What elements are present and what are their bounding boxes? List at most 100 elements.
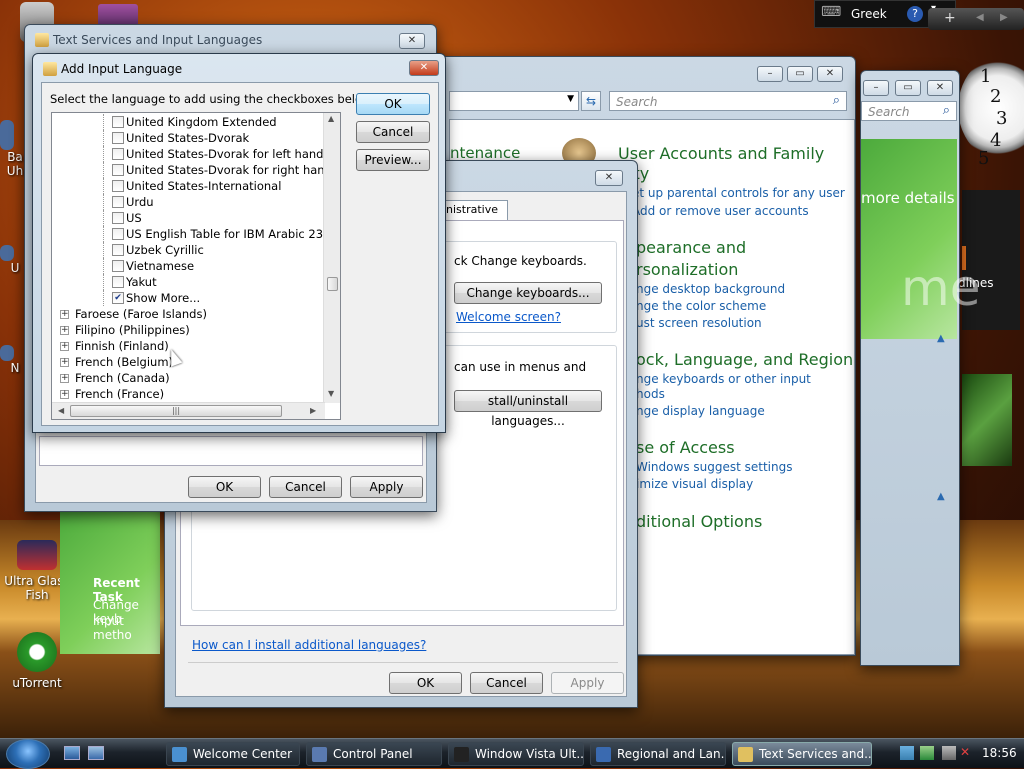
expand-icon[interactable]: + — [60, 358, 69, 367]
language-checkbox[interactable] — [112, 148, 124, 160]
tree-child-item[interactable]: Vietnamese — [52, 258, 324, 274]
tab-administrative[interactable]: nistrative — [436, 200, 508, 220]
minimize-button[interactable]: – — [863, 80, 889, 96]
tree-language-item[interactable]: + Filipino (Philippines) — [52, 322, 324, 338]
taskbar-button[interactable]: Regional and Lan... — [590, 742, 726, 766]
install-uninstall-languages-button[interactable]: stall/uninstall languages... — [454, 390, 602, 428]
scroll-left-icon[interactable]: ◀ — [58, 406, 64, 415]
language-checkbox[interactable] — [112, 276, 124, 288]
tree-language-item[interactable]: + French (France) — [52, 386, 324, 402]
taskbar-button[interactable]: Welcome Center — [166, 742, 300, 766]
scroll-down-icon[interactable]: ▼ — [328, 389, 334, 398]
tree-language-item[interactable]: + Finnish (Finland) — [52, 338, 324, 354]
appearance-heading-2[interactable]: rsonalization — [636, 260, 738, 279]
volume-muted-icon[interactable]: ✕ — [960, 745, 970, 759]
search-input[interactable]: Search ⌕ — [861, 101, 957, 121]
language-checkbox[interactable] — [112, 244, 124, 256]
show-desktop-icon[interactable] — [64, 746, 80, 760]
tree-child-item[interactable]: ✔ Show More... — [52, 290, 324, 306]
tree-child-item[interactable]: US — [52, 210, 324, 226]
expand-icon[interactable]: + — [60, 342, 69, 351]
cancel-button[interactable]: Cancel — [269, 476, 342, 498]
recent-task-link[interactable]: input metho — [93, 614, 160, 642]
cancel-button[interactable]: Cancel — [470, 672, 543, 694]
suggest-settings-link[interactable]: Windows suggest settings — [636, 460, 792, 474]
appearance-heading[interactable]: pearance and — [636, 238, 746, 257]
winrar-icon[interactable] — [98, 4, 138, 26]
tree-child-item[interactable]: US English Table for IBM Arabic 238_L — [52, 226, 340, 242]
add-gadget-button[interactable]: + — [944, 10, 956, 26]
language-indicator[interactable]: Greek — [851, 7, 887, 21]
chevron-down-icon[interactable]: ▼ — [567, 94, 574, 104]
language-checkbox[interactable] — [112, 180, 124, 192]
language-checkbox[interactable] — [112, 260, 124, 272]
collapse-icon[interactable]: ▲ — [937, 333, 945, 344]
refresh-icon[interactable]: ⇆ — [581, 91, 601, 111]
close-button[interactable]: ✕ — [817, 66, 843, 82]
expand-icon[interactable]: + — [60, 326, 69, 335]
desktop-background-link[interactable]: nge desktop background — [636, 282, 785, 296]
tree-child-item[interactable]: Yakut — [52, 274, 324, 290]
expand-icon[interactable]: + — [60, 390, 69, 399]
apply-button[interactable]: Apply — [350, 476, 423, 498]
scroll-up-icon[interactable]: ▲ — [328, 114, 334, 123]
tree-child-item[interactable]: Uzbek Cyrillic — [52, 242, 324, 258]
parental-controls-link[interactable]: et up parental controls for any user — [632, 186, 845, 200]
address-bar[interactable]: ▼ — [449, 91, 579, 111]
preview-button[interactable]: Preview... — [356, 149, 430, 171]
switch-windows-icon[interactable] — [88, 746, 104, 760]
expand-icon[interactable]: + — [60, 310, 69, 319]
collapse-icon[interactable]: ▲ — [937, 491, 945, 502]
tree-language-item[interactable]: + French (Canada) — [52, 370, 324, 386]
minimize-button[interactable]: – — [757, 66, 783, 82]
ease-of-access-heading[interactable]: se of Access — [636, 438, 735, 457]
install-languages-help-link[interactable]: How can I install additional languages? — [192, 638, 426, 652]
vertical-scrollbar[interactable]: ▲ ▼ — [323, 113, 340, 403]
maximize-button[interactable]: ▭ — [787, 66, 813, 82]
tree-language-item[interactable]: + Faroese (Faroe Islands) — [52, 306, 324, 322]
language-checkbox[interactable] — [112, 132, 124, 144]
tree-child-item[interactable]: United States-Dvorak for left hand — [52, 146, 324, 162]
search-icon[interactable]: ⌕ — [943, 103, 950, 118]
taskbar-button[interactable]: Control Panel — [306, 742, 442, 766]
close-button[interactable]: ✕ — [595, 170, 623, 186]
search-icon[interactable]: ⌕ — [833, 93, 840, 108]
taskbar-button[interactable]: Text Services and... — [732, 742, 872, 766]
taskbar-button[interactable]: Window Vista Ult... — [448, 742, 584, 766]
clock-language-region-heading[interactable]: ock, Language, and Region — [636, 350, 853, 369]
system-clock[interactable]: 18:56 — [982, 746, 1017, 760]
close-button[interactable]: ✕ — [409, 60, 439, 76]
cancel-button[interactable]: Cancel — [356, 121, 430, 143]
close-button[interactable]: ✕ — [927, 80, 953, 96]
scroll-thumb[interactable] — [327, 277, 338, 291]
security-icon[interactable] — [920, 746, 934, 760]
welcome-screen-link[interactable]: Welcome screen? — [456, 310, 561, 324]
language-checkbox[interactable] — [112, 196, 124, 208]
computer-icon[interactable] — [942, 746, 956, 760]
start-button[interactable] — [6, 739, 50, 769]
expand-icon[interactable]: + — [60, 374, 69, 383]
language-checkbox[interactable] — [112, 228, 124, 240]
close-button[interactable]: ✕ — [399, 33, 425, 49]
additional-options-heading[interactable]: ditional Options — [636, 512, 762, 531]
add-remove-users-link[interactable]: Add or remove user accounts — [632, 204, 809, 218]
tree-child-item[interactable]: United States-Dvorak for right hand — [52, 162, 332, 178]
more-details-link[interactable]: more details — [861, 189, 955, 207]
horizontal-scrollbar[interactable]: ◀ ||| ▶ — [52, 402, 325, 419]
network-icon[interactable] — [900, 746, 914, 760]
language-tree[interactable]: United Kingdom Extended United States-Dvo… — [51, 112, 341, 420]
maximize-button[interactable]: ▭ — [895, 80, 921, 96]
apply-button[interactable]: Apply — [551, 672, 624, 694]
tree-language-item[interactable]: + French (Belgium) — [52, 354, 324, 370]
ok-button[interactable]: OK — [389, 672, 462, 694]
change-keyboards-link-2[interactable]: hods — [636, 387, 665, 401]
screen-resolution-link[interactable]: ust screen resolution — [636, 316, 762, 330]
display-language-link[interactable]: nge display language — [636, 404, 765, 418]
tree-child-item[interactable]: United States-Dvorak — [52, 130, 324, 146]
language-checkbox[interactable] — [112, 212, 124, 224]
next-gadget-button[interactable]: ▶ — [1000, 12, 1008, 23]
prev-gadget-button[interactable]: ◀ — [976, 12, 984, 23]
tree-child-item[interactable]: United States-International — [52, 178, 324, 194]
ok-button[interactable]: OK — [356, 93, 430, 115]
optimize-display-link[interactable]: imize visual display — [636, 477, 753, 491]
